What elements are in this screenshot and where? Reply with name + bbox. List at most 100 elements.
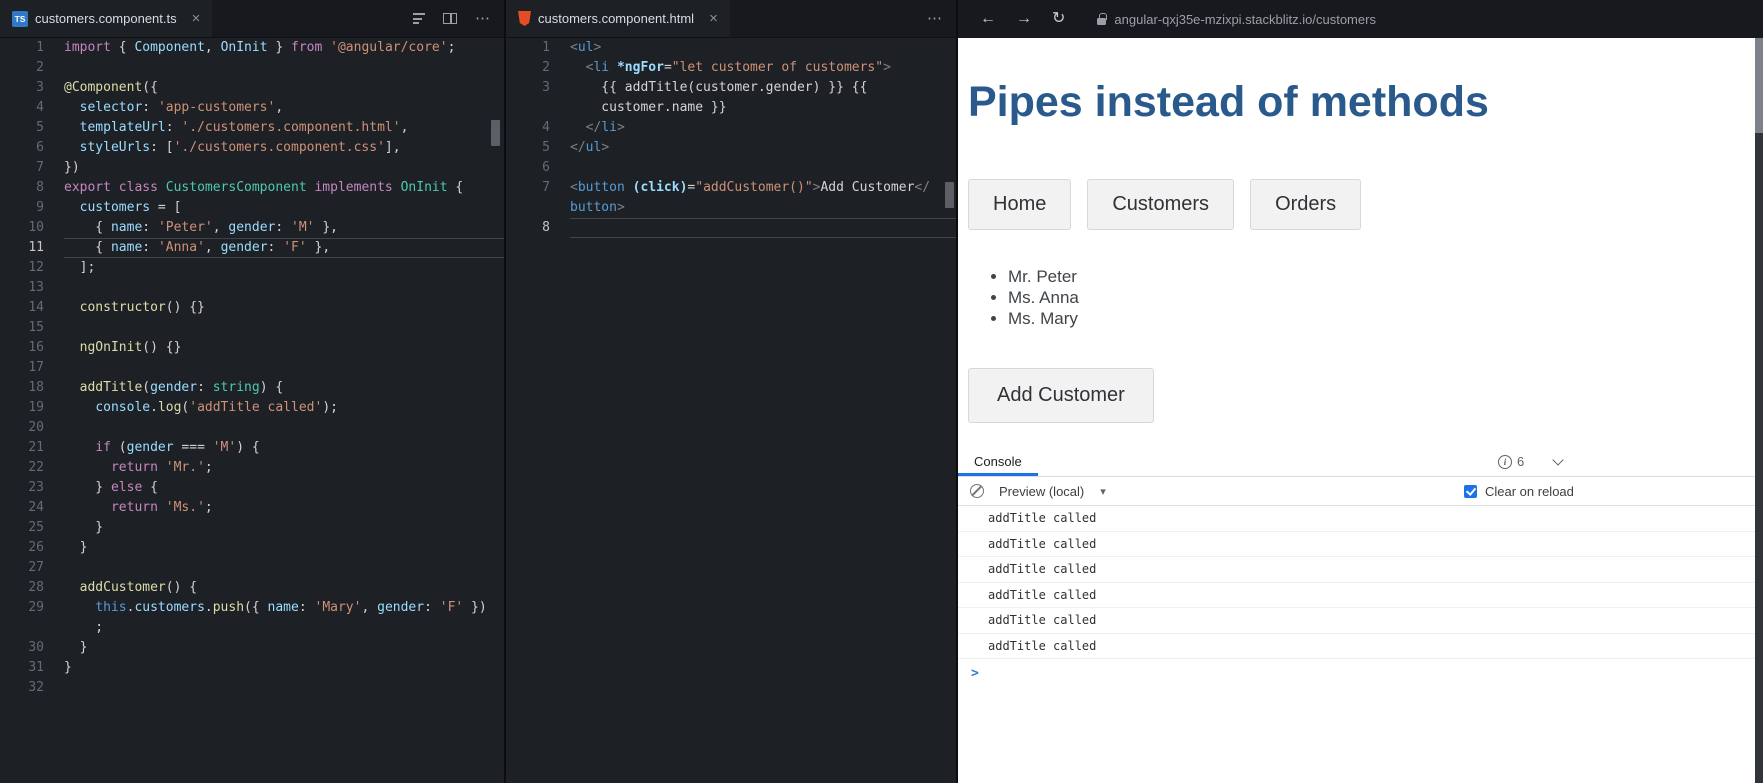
code-token: :: [165, 120, 182, 135]
code-token: customers: [134, 600, 205, 615]
console-tab[interactable]: Console: [958, 447, 1038, 476]
code-token: ;: [204, 460, 213, 475]
code-line: 5 templateUrl: './customers.component.ht…: [0, 118, 504, 138]
code-line-text: }: [64, 538, 504, 558]
preview-scrollbar[interactable]: [1755, 38, 1763, 783]
tab-customers-component-html[interactable]: customers.component.html ×: [506, 0, 730, 37]
code-line: customer.name }}: [506, 98, 956, 118]
code-token: :: [424, 600, 440, 615]
code-token: gender: [150, 380, 198, 395]
code-editor-html[interactable]: 1 <ul> 2 <li *ngFor="let customer of custo…: [506, 38, 956, 783]
code-line-text: <li *ngFor="let customer of customers">: [570, 58, 956, 78]
html-file-icon: [518, 11, 531, 26]
reload-icon[interactable]: ↻: [1052, 11, 1065, 27]
line-number: 2: [542, 60, 550, 75]
code-line-text: return 'Mr.';: [64, 458, 504, 478]
code-token: ({: [244, 600, 268, 615]
code-token: 'app-customers': [157, 100, 276, 115]
code-token: </: [914, 180, 931, 195]
editor-scrollbar-thumb[interactable]: [945, 182, 954, 208]
code-line: 14 constructor() {}: [0, 298, 504, 318]
nav-button-customers[interactable]: Customers: [1087, 179, 1235, 231]
code-token: *ngFor: [616, 60, 664, 75]
editor-scrollbar-thumb[interactable]: [491, 120, 500, 146]
line-number: 14: [28, 300, 44, 315]
close-tab-icon[interactable]: ×: [192, 10, 201, 27]
preview-scrollbar-thumb[interactable]: [1755, 38, 1763, 133]
line-number: 1: [36, 40, 44, 55]
code-editor-ts[interactable]: 1 import { Component, OnInit } from '@ang…: [0, 38, 504, 783]
code-token: ) {: [236, 440, 260, 455]
code-token: : [: [150, 140, 174, 155]
code-token: customers: [79, 200, 151, 215]
nav-button-home[interactable]: Home: [968, 179, 1072, 231]
code-line-text: { name: 'Peter', gender: 'M' },: [64, 218, 504, 238]
code-token: }: [64, 520, 104, 535]
line-number: 1: [542, 40, 550, 55]
clear-console-icon[interactable]: [970, 484, 984, 498]
code-token: name: [110, 220, 143, 235]
code-token: name: [267, 600, 299, 615]
code-token: log: [157, 400, 182, 415]
editor-actions: ⋯: [413, 0, 504, 37]
context-selector-dropdown[interactable]: Preview (local) ▾: [999, 484, 1106, 499]
code-token: <: [570, 180, 578, 195]
code-token: ,: [204, 240, 221, 255]
code-token: :: [142, 220, 158, 235]
code-token: :: [142, 100, 158, 115]
line-number: 24: [28, 500, 44, 515]
code-token: return: [110, 500, 158, 515]
code-token: :: [142, 240, 158, 255]
add-customer-button[interactable]: Add Customer: [968, 368, 1154, 424]
code-token: .: [204, 600, 213, 615]
code-token: li: [593, 60, 610, 75]
code-line-text: ];: [64, 258, 504, 278]
address-bar[interactable]: angular-qxj35e-mzixpi.stackblitz.io/cust…: [1097, 12, 1376, 27]
code-line-text: addTitle(gender: string) {: [64, 378, 504, 398]
code-token: Component: [134, 40, 205, 55]
back-icon[interactable]: ←: [980, 11, 996, 27]
tab-customers-component-ts[interactable]: TS customers.component.ts ×: [0, 0, 213, 37]
code-token: addTitle: [79, 380, 143, 395]
code-token: );: [322, 400, 338, 415]
code-line-text: export class CustomersComponent implemen…: [64, 178, 504, 198]
close-tab-icon[interactable]: ×: [709, 10, 718, 27]
code-line-text: ngOnInit() {}: [64, 338, 504, 358]
code-line: 24 return 'Ms.';: [0, 498, 504, 518]
code-token: {: [447, 180, 464, 195]
console-message: addTitle called: [958, 608, 1755, 634]
line-number: 29: [28, 600, 44, 615]
code-token: constructor: [79, 300, 166, 315]
checkbox-checked-icon[interactable]: [1464, 484, 1477, 498]
console-prompt[interactable]: >: [958, 659, 1755, 687]
code-token: :: [298, 600, 315, 615]
format-code-icon[interactable]: [413, 11, 425, 27]
code-line: 3 @Component({: [0, 78, 504, 98]
code-line-text: </li>: [570, 118, 956, 138]
more-actions-icon[interactable]: ⋯: [475, 11, 490, 26]
more-actions-icon[interactable]: ⋯: [927, 11, 942, 26]
nav-button-orders[interactable]: Orders: [1250, 179, 1362, 231]
code-line: 22 return 'Mr.';: [0, 458, 504, 478]
code-token: (: [142, 380, 151, 395]
code-token: ul: [577, 40, 594, 55]
code-token: templateUrl: [79, 120, 166, 135]
split-editor-icon[interactable]: [443, 13, 457, 24]
tab-title: customers.component.ts: [35, 11, 177, 26]
clear-on-reload-toggle[interactable]: Clear on reload: [1464, 484, 1574, 499]
code-token: <: [570, 40, 578, 55]
chevron-down-icon[interactable]: [1552, 453, 1564, 466]
forward-icon[interactable]: →: [1016, 11, 1032, 27]
